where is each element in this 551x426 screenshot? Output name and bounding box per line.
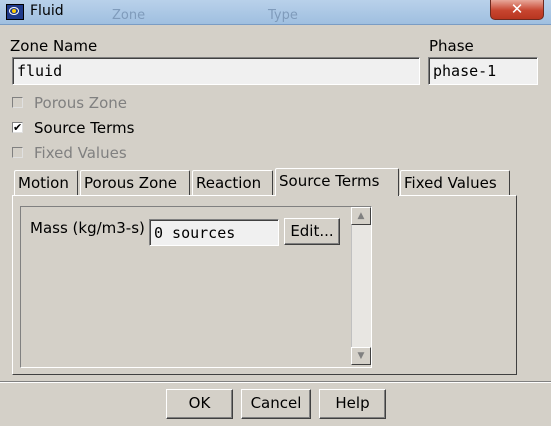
tab-reaction[interactable]: Reaction — [192, 170, 273, 196]
source-terms-checkbox[interactable]: ✔ — [12, 122, 23, 133]
fixed-values-checkbox[interactable] — [12, 147, 23, 158]
close-icon: ✕ — [510, 0, 524, 18]
close-button[interactable]: ✕ — [490, 0, 544, 20]
ok-button[interactable]: OK — [166, 389, 233, 419]
tab-source-terms[interactable]: Source Terms — [275, 168, 399, 196]
window-title: Fluid — [30, 3, 64, 19]
edit-button[interactable]: Edit... — [284, 218, 340, 245]
scroll-up-icon[interactable]: ▲ — [351, 207, 371, 225]
separator — [0, 381, 551, 383]
mass-sources-field: 0 sources — [149, 219, 279, 246]
phase-label: Phase — [429, 37, 474, 55]
vertical-scrollbar[interactable] — [351, 207, 371, 365]
zone-name-label: Zone Name — [10, 37, 98, 55]
porous-zone-label: Porous Zone — [34, 94, 127, 112]
tab-motion[interactable]: Motion — [14, 170, 78, 196]
mass-label: Mass (kg/m3-s) — [30, 219, 145, 237]
help-button[interactable]: Help — [319, 389, 386, 419]
background-type-header: Type — [268, 8, 298, 23]
cancel-button[interactable]: Cancel — [241, 389, 311, 419]
porous-zone-checkbox[interactable] — [12, 97, 23, 108]
tab-porous-zone[interactable]: Porous Zone — [80, 170, 190, 196]
scroll-down-icon[interactable]: ▼ — [351, 347, 371, 365]
background-zone-header: Zone — [112, 8, 146, 23]
phase-field: phase-1 — [428, 57, 538, 85]
source-terms-label: Source Terms — [34, 119, 135, 137]
tab-fixed-values[interactable]: Fixed Values — [400, 170, 510, 196]
fixed-values-label: Fixed Values — [34, 144, 127, 162]
zone-name-field[interactable]: fluid — [12, 57, 420, 85]
app-icon — [6, 4, 24, 20]
